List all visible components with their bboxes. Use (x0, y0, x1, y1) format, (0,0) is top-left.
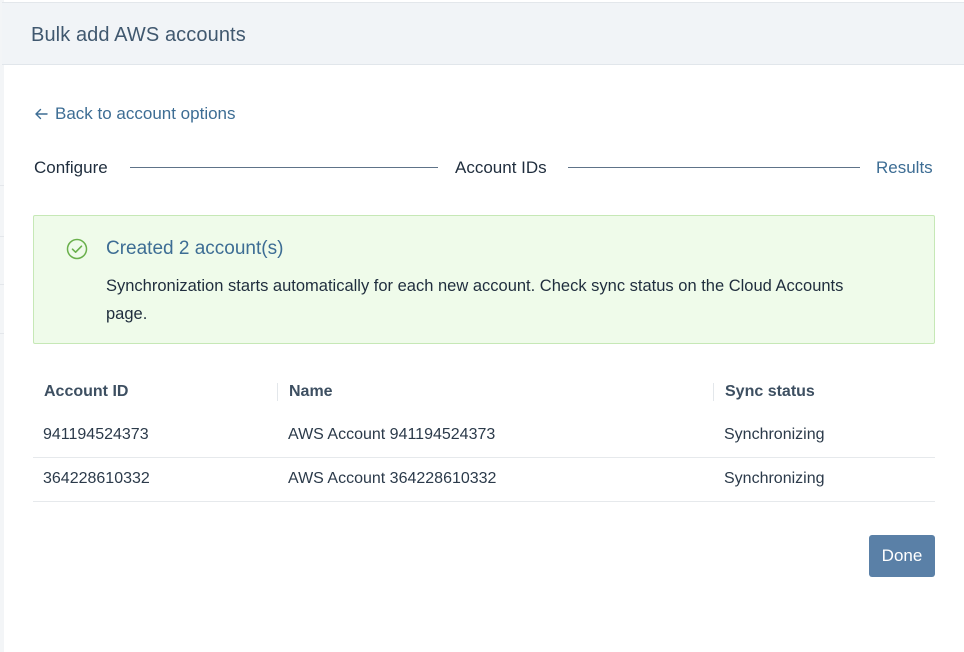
column-divider (713, 383, 714, 401)
step-account-ids: Account IDs (455, 158, 547, 177)
step-results: Results (876, 158, 933, 177)
cell-name: AWS Account 941194524373 (288, 426, 496, 443)
cell-sync-status: Synchronizing (724, 470, 825, 487)
modal-header: Bulk add AWS accounts (2, 2, 964, 65)
alert-title: Created 2 account(s) (106, 238, 284, 259)
modal-title: Bulk add AWS accounts (31, 24, 246, 46)
success-alert: Created 2 account(s) Synchronization sta… (33, 215, 935, 344)
cell-account-id: 364228610332 (43, 470, 150, 487)
backdrop-divider (0, 284, 4, 285)
table-row: 364228610332 AWS Account 364228610332 Sy… (33, 458, 935, 502)
cell-sync-status: Synchronizing (724, 426, 825, 443)
check-circle-icon (66, 238, 88, 260)
backdrop-strip (0, 0, 4, 652)
backdrop-divider (0, 333, 4, 334)
done-button[interactable]: Done (869, 535, 935, 577)
arrow-left-icon (35, 108, 48, 120)
column-header-account-id: Account ID (44, 383, 129, 400)
backdrop-divider (0, 236, 4, 237)
cell-name: AWS Account 364228610332 (288, 470, 497, 487)
table-row: 941194524373 AWS Account 941194524373 Sy… (33, 414, 935, 458)
step-configure: Configure (34, 158, 108, 177)
column-header-sync-status: Sync status (725, 383, 815, 400)
table-header: Account ID Name Sync status (33, 370, 935, 414)
step-connector (568, 167, 860, 168)
step-connector (130, 167, 438, 168)
cell-account-id: 941194524373 (43, 426, 149, 443)
alert-message: Synchronization starts automatically for… (106, 277, 844, 323)
column-divider (277, 383, 278, 401)
back-to-account-options-link[interactable]: Back to account options (34, 104, 236, 124)
back-link-label: Back to account options (55, 104, 236, 123)
wizard-stepper: Configure Account IDs Results (34, 154, 935, 180)
backdrop-divider (0, 185, 4, 186)
bulk-add-modal-page: Bulk add AWS accounts Back to account op… (0, 0, 964, 652)
results-table: Account ID Name Sync status 941194524373… (33, 370, 935, 502)
column-header-name: Name (289, 383, 333, 400)
